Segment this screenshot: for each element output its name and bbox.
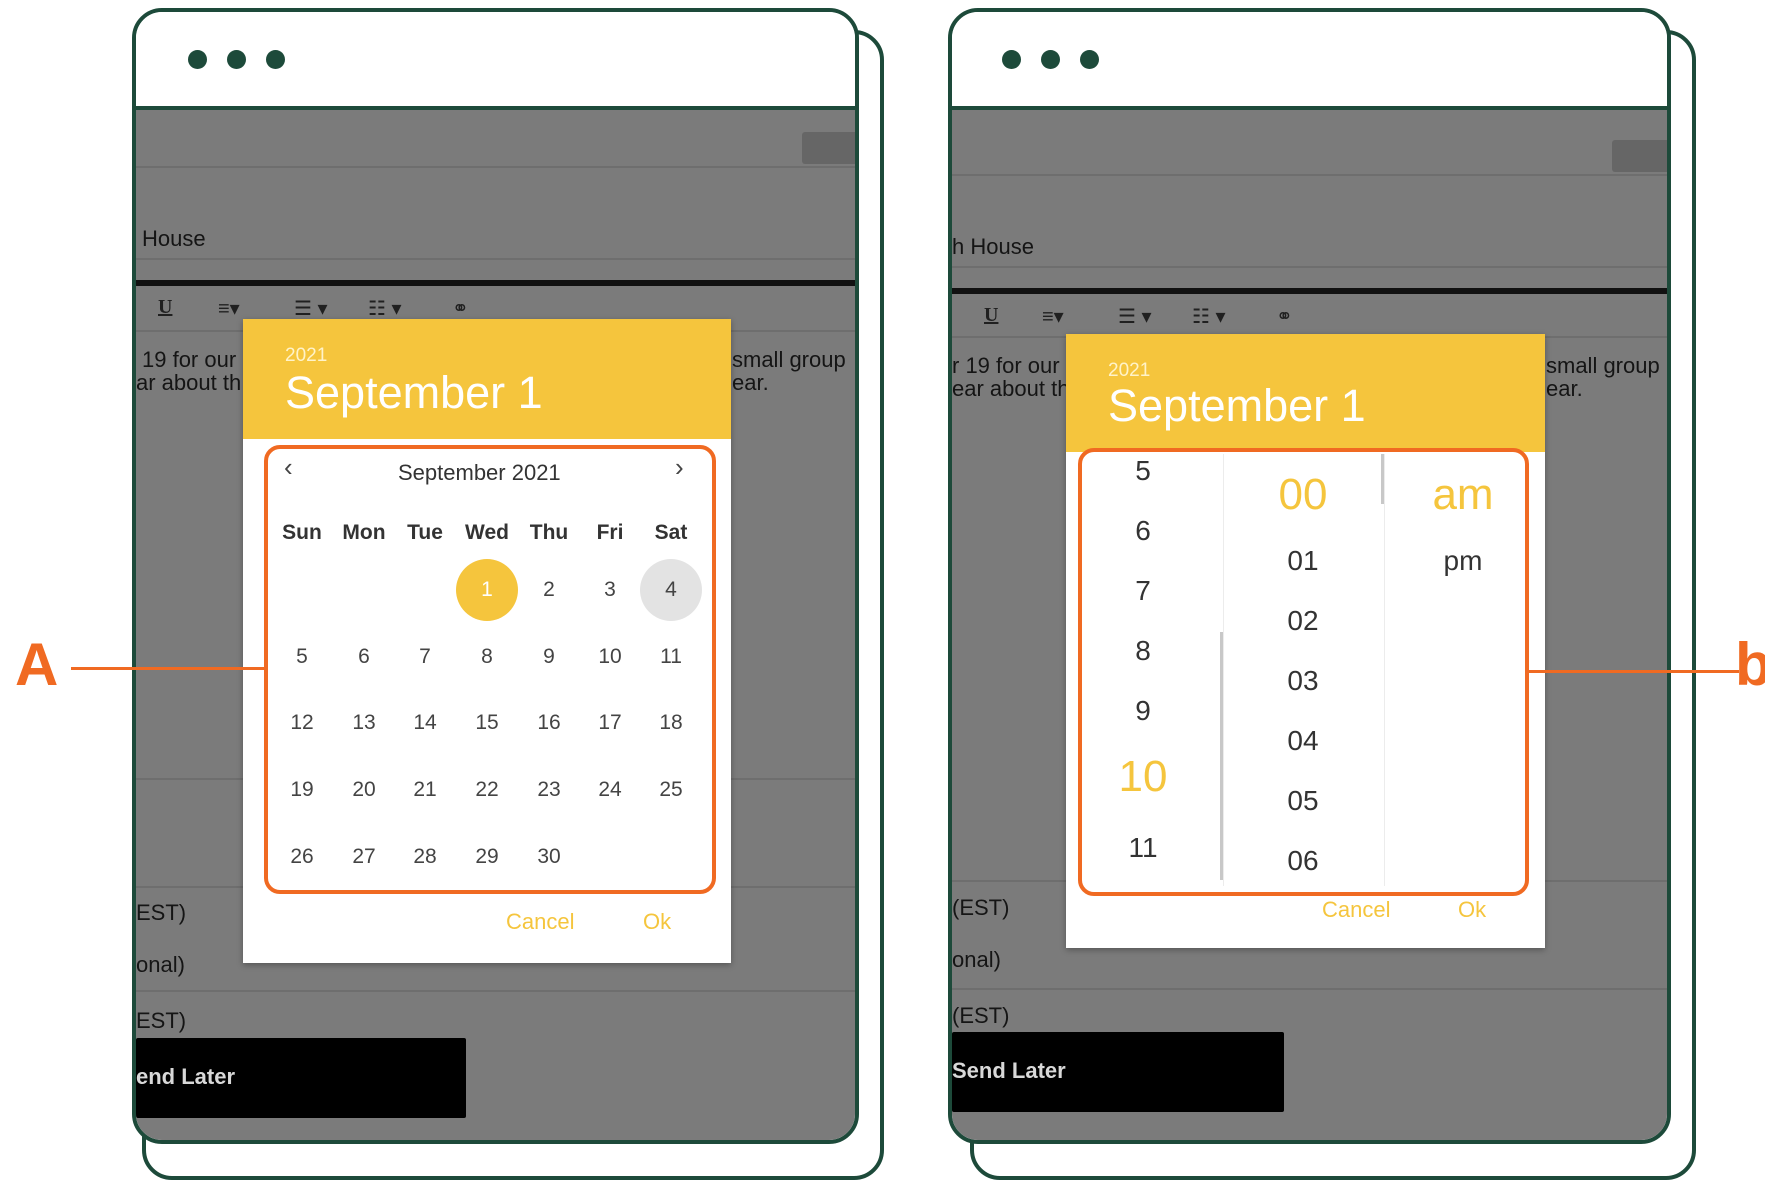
window-dot-icon xyxy=(188,50,207,69)
send-later-label: end Later xyxy=(136,1064,236,1089)
body-text-line: ar about th xyxy=(136,370,242,395)
window-dot-icon xyxy=(1002,50,1021,69)
callout-label-a: A xyxy=(15,631,59,698)
header-year[interactable]: 2021 xyxy=(285,345,327,367)
bullet-list-button[interactable]: ☰ ▾ xyxy=(294,296,328,321)
header-date[interactable]: September 1 xyxy=(1108,380,1366,432)
divider xyxy=(952,266,1667,268)
divider xyxy=(136,166,855,168)
body-text-line: ear. xyxy=(732,370,769,395)
timezone-label: (EST) xyxy=(952,895,1010,920)
cancel-button[interactable]: Cancel xyxy=(1322,897,1390,923)
divider xyxy=(136,990,855,992)
timezone-label: EST) xyxy=(136,900,187,925)
ok-button[interactable]: Ok xyxy=(1458,897,1486,923)
underline-button[interactable]: U xyxy=(984,304,998,327)
cancel-button[interactable]: Cancel xyxy=(506,909,574,935)
window-dot-icon xyxy=(266,50,285,69)
optional-label: onal) xyxy=(136,952,185,977)
timezone-label: (EST) xyxy=(952,1003,1010,1028)
window-dot-icon xyxy=(227,50,246,69)
callout-line-a xyxy=(71,667,266,670)
right-titlebar xyxy=(952,12,1667,110)
send-later-button[interactable]: end Later xyxy=(136,1038,466,1118)
divider xyxy=(952,174,1667,176)
date-picker-header: 2021 September 1 xyxy=(243,319,731,439)
window-dot-icon xyxy=(1080,50,1099,69)
top-action-button[interactable] xyxy=(1612,140,1667,172)
top-action-button[interactable] xyxy=(802,132,855,164)
body-text-line: ear. xyxy=(1546,376,1583,401)
numbered-list-button[interactable]: ☷ ▾ xyxy=(1192,304,1226,329)
optional-label: onal) xyxy=(952,947,1001,972)
window-dot-icon xyxy=(1041,50,1060,69)
link-icon[interactable]: ⚭ xyxy=(452,296,469,321)
header-year[interactable]: 2021 xyxy=(1108,360,1150,382)
time-picker-highlight xyxy=(1078,448,1529,896)
underline-button[interactable]: U xyxy=(158,296,172,319)
left-titlebar xyxy=(136,12,855,110)
editor-top-border xyxy=(952,288,1667,294)
send-later-button[interactable]: Send Later xyxy=(952,1032,1284,1112)
subject-text: h House xyxy=(952,234,1034,259)
subject-text: House xyxy=(142,226,206,251)
callout-label-b: b xyxy=(1735,631,1765,698)
numbered-list-button[interactable]: ☷ ▾ xyxy=(368,296,402,321)
align-button[interactable]: ≡▾ xyxy=(218,296,240,321)
timezone-label: EST) xyxy=(136,1008,187,1033)
divider xyxy=(952,988,1667,990)
ok-button[interactable]: Ok xyxy=(643,909,671,935)
time-picker-header: 2021 September 1 xyxy=(1066,334,1545,452)
callout-line-b xyxy=(1529,670,1739,673)
divider xyxy=(136,258,855,260)
align-button[interactable]: ≡▾ xyxy=(1042,304,1064,329)
calendar-highlight xyxy=(264,445,716,894)
header-date[interactable]: September 1 xyxy=(285,367,543,419)
send-later-label: Send Later xyxy=(952,1058,1066,1083)
bullet-list-button[interactable]: ☰ ▾ xyxy=(1118,304,1152,329)
editor-top-border xyxy=(136,280,855,286)
link-icon[interactable]: ⚭ xyxy=(1276,304,1293,329)
body-text-line: ear about th xyxy=(952,376,1070,401)
